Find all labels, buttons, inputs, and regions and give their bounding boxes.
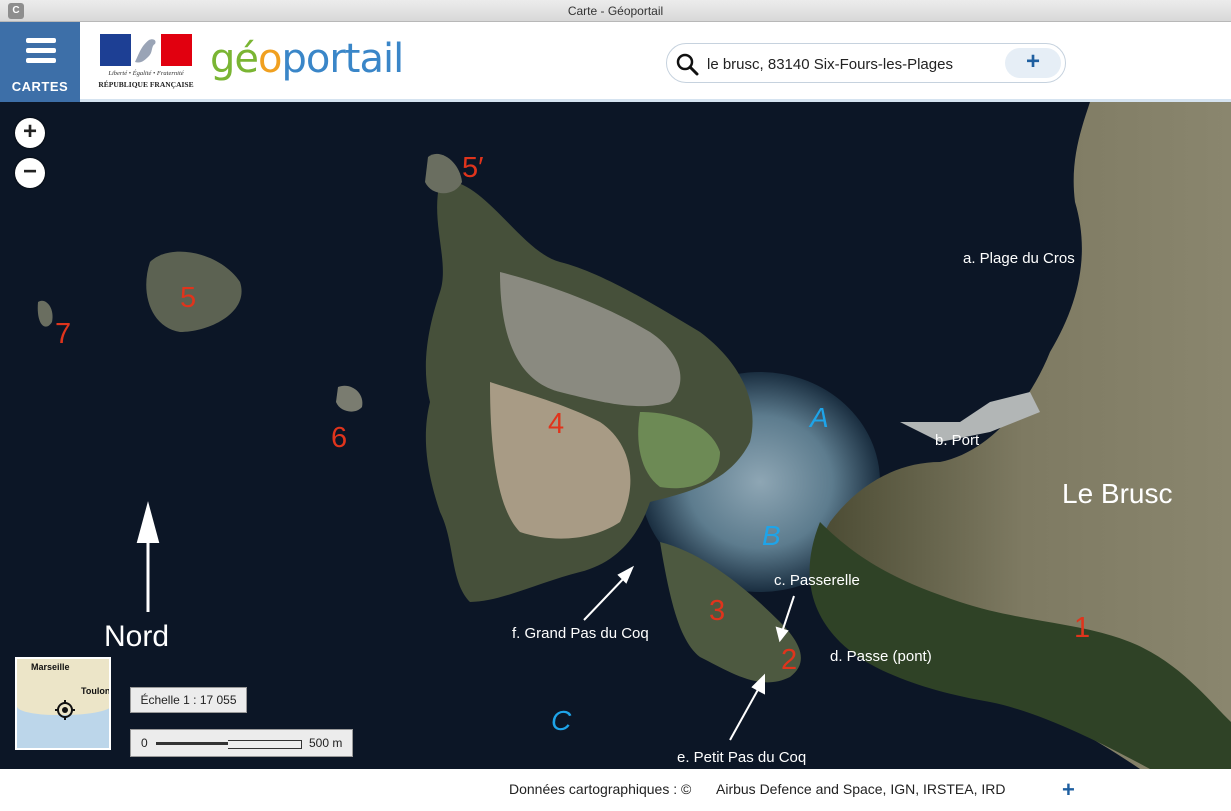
- republic-motto: Liberté • Égalité • Fraternité: [108, 70, 184, 77]
- attribution-expand-button[interactable]: +: [1062, 777, 1075, 803]
- north-label: Nord: [104, 620, 170, 653]
- hamburger-icon: [26, 38, 56, 68]
- window-titlebar: C Carte - Géoportail: [0, 0, 1231, 22]
- search-bar: +: [666, 43, 1066, 83]
- north-arrow-icon: [140, 505, 156, 612]
- window-title: Carte - Géoportail: [567, 4, 664, 18]
- scale-bar-start: 0: [141, 736, 148, 750]
- minimap-label-marseille: Marseille: [31, 662, 70, 672]
- brand-part3: portail: [281, 36, 404, 82]
- minimap-label-toulon: Toulon: [81, 686, 111, 696]
- overview-minimap[interactable]: Marseille Toulon: [15, 657, 111, 750]
- attribution-footer: Données cartographiques : © Airbus Defen…: [0, 769, 1231, 811]
- location-target-icon: [55, 700, 75, 720]
- search-icon[interactable]: [675, 52, 699, 76]
- search-options-button[interactable]: +: [1005, 48, 1061, 78]
- scale-ratio: Échelle 1 : 17 055: [130, 687, 247, 713]
- map-view[interactable]: + − 5′ 5 7 6 4 3 2 1 A B C a. Plage du C…: [0, 102, 1231, 769]
- scale-bar-line: [156, 740, 302, 749]
- scale-bar-end: 500 m: [309, 736, 343, 750]
- geoportail-logo[interactable]: géoportail: [210, 36, 404, 82]
- annotation-arrows: [136, 501, 795, 741]
- search-input[interactable]: [707, 52, 997, 76]
- republic-name: RÉPUBLIQUE FRANÇAISE: [98, 80, 194, 89]
- attribution-sources[interactable]: Airbus Defence and Space, IGN, IRSTEA, I…: [716, 781, 1005, 797]
- brand-part2: o: [258, 36, 283, 82]
- marianne-flag-icon: [100, 34, 193, 66]
- republique-francaise-logo[interactable]: Liberté • Égalité • Fraternité RÉPUBLIQU…: [98, 34, 194, 94]
- app-header: CARTES Liberté • Égalité • Fraternité RÉ…: [0, 22, 1231, 102]
- brand-part1: gé: [210, 36, 259, 82]
- scale-bar: 0 500 m: [130, 729, 353, 757]
- attribution-label: Données cartographiques : ©: [509, 781, 692, 797]
- cartes-menu-button[interactable]: CARTES: [0, 22, 80, 102]
- cartes-menu-label: CARTES: [11, 79, 69, 94]
